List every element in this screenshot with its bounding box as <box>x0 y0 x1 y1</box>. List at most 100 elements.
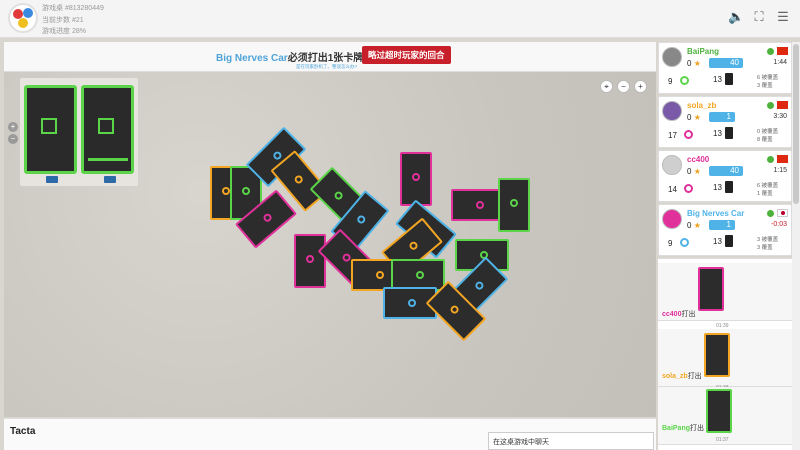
card-symbol-icon <box>448 303 461 316</box>
progress-value: 28% <box>71 28 86 35</box>
move-label: 当前步数 <box>42 17 70 24</box>
star-icon: ★ <box>693 113 701 122</box>
score-value: 0 <box>687 221 692 230</box>
volume-icon[interactable]: 🔈 <box>728 10 744 24</box>
banner-text: Big Nerves Car必须打出1张卡牌 <box>216 49 363 64</box>
ring-icon <box>684 184 693 193</box>
zoom-in-icon[interactable]: + <box>634 80 647 93</box>
card-symbol-icon <box>416 271 424 279</box>
card-symbol-icon <box>407 240 420 252</box>
hand-zoom: + − <box>8 122 18 146</box>
zoom-out-icon[interactable]: − <box>8 134 18 144</box>
zoom-in-icon[interactable]: + <box>8 122 18 132</box>
card-symbol-icon <box>476 201 484 209</box>
covered-stat: 6 被覆盖 <box>757 75 779 81</box>
player-box-baipang[interactable]: BaiPang 0 ★ 40 1:44 9 13 6 被覆盖 3 覆盖 <box>658 42 792 94</box>
covered-stat: 3 被覆盖 <box>757 237 779 243</box>
avatar <box>662 209 682 229</box>
log-player: cc400 <box>662 311 682 318</box>
avatar <box>662 101 682 121</box>
deck-icon <box>725 181 733 193</box>
deck-count: 13 <box>713 183 722 192</box>
deck-icon <box>725 127 733 139</box>
player-box-big-nerves-car[interactable]: Big Nerves Car 0 ★ 1 -0:03 9 13 3 被覆盖 3 … <box>658 204 792 256</box>
hand-count: 9 <box>668 239 673 248</box>
card-symbol-icon <box>510 199 518 207</box>
card-symbol-icon <box>242 187 250 195</box>
ring-icon <box>680 238 689 247</box>
player-badge: 40 <box>709 166 743 176</box>
site-logo[interactable] <box>8 3 38 33</box>
menu-icon[interactable]: ☰ <box>776 10 790 24</box>
card-symbol-icon <box>408 299 416 307</box>
log-action: 打出 <box>681 311 696 318</box>
flag-icon <box>777 209 788 217</box>
card-symbol-icon <box>412 173 420 181</box>
board-card[interactable] <box>498 178 530 232</box>
skip-turn-button[interactable]: 略过超时玩家的回合 <box>362 46 451 64</box>
card-symbol-icon <box>222 187 230 195</box>
game-table: Big Nerves Car必须打出1张卡牌 略过超时玩家的回合 是在玩家卧机了… <box>4 42 656 417</box>
cover-stat: 8 覆盖 <box>757 137 773 143</box>
player-score: 0 ★ <box>687 221 701 230</box>
card-symbol-icon <box>355 213 367 226</box>
hand-panel <box>20 78 138 186</box>
table-label: 游戏桌 <box>42 5 63 12</box>
game-title: Tacta <box>10 426 36 437</box>
player-name: Big Nerves Car <box>687 209 745 218</box>
log-action: 打出 <box>690 425 705 432</box>
scrollbar[interactable] <box>792 42 800 450</box>
game-log: cc400打出 01:39 sola_zb打出 01:38 BaiPang打出 … <box>658 258 792 450</box>
player-badge: 1 <box>709 112 735 122</box>
log-text: sola_zb打出 <box>662 371 702 381</box>
card-symbol-icon <box>376 271 384 279</box>
player-time: 1:15 <box>773 167 787 174</box>
card-symbol-icon <box>306 255 314 263</box>
board-card[interactable] <box>400 152 432 206</box>
card-symbol-icon <box>473 279 486 292</box>
player-badge: 40 <box>709 58 743 68</box>
cover-stat: 3 覆盖 <box>757 245 773 251</box>
fullscreen-icon[interactable]: ⛶ <box>752 10 766 24</box>
board-card[interactable] <box>451 189 505 221</box>
hand-count: 9 <box>668 77 673 86</box>
card-symbol-icon <box>293 173 305 186</box>
player-box-cc400[interactable]: cc400 0 ★ 40 1:15 14 13 6 被覆盖 1 覆盖 <box>658 150 792 202</box>
player-box-sola-zb[interactable]: sola_zb 0 ★ 1 3:30 17 13 0 被覆盖 8 覆盖 <box>658 96 792 148</box>
player-score: 0 ★ <box>687 59 701 68</box>
log-action: 打出 <box>687 373 702 380</box>
select-card-button[interactable] <box>104 176 116 183</box>
board-card[interactable] <box>294 234 326 288</box>
avatar <box>662 155 682 175</box>
score-value: 0 <box>687 113 692 122</box>
cover-stat: 3 覆盖 <box>757 83 773 89</box>
active-player-name: Big Nerves Car <box>216 53 288 64</box>
hand-card[interactable] <box>81 85 134 174</box>
star-icon: ★ <box>693 167 701 176</box>
ring-icon <box>680 76 689 85</box>
deck-icon <box>725 235 733 247</box>
center-icon[interactable]: ⌖ <box>600 80 613 93</box>
player-time: 1:44 <box>773 59 787 66</box>
star-icon: ★ <box>693 59 701 68</box>
card-symbol-icon <box>332 189 345 202</box>
online-status-icon <box>767 48 774 55</box>
board-zoom-controls: ⌖ − + <box>600 80 647 93</box>
select-card-button[interactable] <box>46 176 58 183</box>
progress-line: 游戏进度 28% <box>42 26 86 36</box>
star-icon: ★ <box>693 221 701 230</box>
card-symbol-icon <box>261 212 274 224</box>
log-text: BaiPang打出 <box>662 423 704 433</box>
chat-input[interactable]: 在这桌游戏中聊天 <box>488 432 654 450</box>
table-id-line: 游戏桌 #813280449 <box>42 3 104 13</box>
log-entry: sola_zb打出 01:38 <box>658 329 792 391</box>
zoom-out-icon[interactable]: − <box>617 80 630 93</box>
log-entry: cc400打出 01:39 <box>658 263 792 329</box>
hand-card[interactable] <box>24 85 77 174</box>
scroll-thumb[interactable] <box>793 44 799 204</box>
covered-stat: 0 被覆盖 <box>757 129 779 135</box>
log-time: 01:37 <box>716 437 729 443</box>
log-player: sola_zb <box>662 373 688 380</box>
top-bar: 游戏桌 #813280449 当前步数 #21 游戏进度 28% 🔈 ⛶ ☰ <box>0 0 800 38</box>
deck-count: 13 <box>713 75 722 84</box>
